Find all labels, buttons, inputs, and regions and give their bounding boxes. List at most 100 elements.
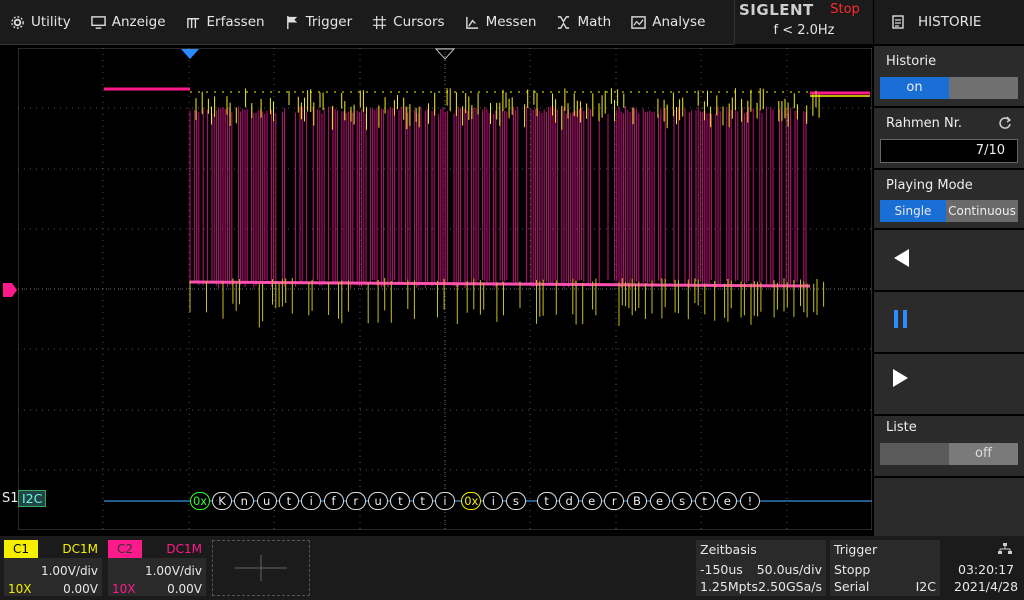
menu-analyse-label: Analyse	[652, 14, 706, 30]
refresh-icon[interactable]	[998, 116, 1012, 130]
acquire-icon	[186, 17, 199, 28]
frame-number-input[interactable]: 7/10	[880, 139, 1018, 163]
decode-data-frame: s	[672, 492, 693, 510]
menu-utility-label: Utility	[31, 14, 71, 30]
timebase-title: Zeitbasis	[700, 542, 757, 557]
decode-data-frame-text: u	[262, 494, 271, 508]
trigger-box[interactable]: Trigger Stopp Serial I2C	[830, 540, 940, 596]
decode-data-frame-text: f	[331, 494, 336, 508]
menu-erfassen[interactable]: Erfassen	[176, 0, 275, 44]
menu-math-label: Math	[577, 14, 612, 30]
pause-button[interactable]	[876, 292, 1022, 350]
decode-address-frame: 0x	[190, 492, 210, 510]
channel-1-probe: 10X	[8, 582, 32, 596]
play-back-button[interactable]	[876, 230, 1022, 288]
network-icon	[998, 543, 1012, 554]
decode-data-frame: e	[581, 492, 602, 510]
mode-single-step[interactable]: Single Step	[880, 200, 946, 240]
decode-data-frame: i	[301, 492, 322, 510]
timebase-box[interactable]: Zeitbasis -150us 50.0us/div 1.25Mpts 2.5…	[696, 540, 826, 596]
decode-data-frame: K	[212, 492, 232, 510]
decode-data-frame-text: t	[702, 494, 707, 508]
run-status-badge[interactable]: Stop	[819, 2, 871, 20]
center-marker	[435, 48, 455, 60]
c2-ground-marker[interactable]	[2, 282, 18, 298]
decode-data-frame-text: !	[747, 494, 753, 508]
historie-on-state: on	[880, 77, 949, 99]
menu-analyse[interactable]: Analyse	[621, 0, 715, 44]
decode-data-frame: t	[390, 492, 411, 510]
trigger-state: Stopp	[834, 562, 871, 577]
add-channel-slot[interactable]	[212, 540, 310, 596]
liste-toggle[interactable]: off	[880, 443, 1018, 465]
trigger-frequency: f < 2.0Hz	[773, 23, 835, 38]
decode-data-frame: !	[739, 492, 760, 510]
decode-data-frame-text: d	[565, 494, 573, 508]
decode-protocol-badge[interactable]: I2C	[18, 490, 47, 507]
channel-2-vdiv: 1.00V/div	[144, 564, 202, 578]
timebase-memory: 1.25Mpts	[700, 579, 758, 594]
decode-data-frame-text: n	[240, 494, 248, 508]
decode-data-frame: B	[626, 492, 647, 510]
channel-2-header: C2 DC1M	[108, 540, 206, 558]
math-icon	[558, 15, 570, 29]
mode-continuous[interactable]: Continuous	[946, 200, 1018, 222]
play-forward-button[interactable]	[876, 354, 1022, 412]
channel-1-header: C1 DC1M	[4, 540, 102, 558]
menu-messen[interactable]: Messen	[455, 0, 547, 44]
playing-mode-group: Playing Mode Single Step Continuous	[876, 170, 1022, 240]
channel-1-vdiv: 1.00V/div	[40, 564, 98, 578]
decode-address-frame: 0x	[461, 492, 482, 510]
waveform-canvas	[17, 47, 873, 531]
flag-icon	[286, 15, 297, 29]
liste-on-state	[880, 443, 949, 465]
menu-utility[interactable]: Utility	[0, 0, 81, 44]
channel-1-box[interactable]: C1 DC1M 1.00V/div 10X 0.00V	[4, 540, 102, 596]
timebase-tdiv: 50.0us/div	[756, 562, 822, 577]
menu-math[interactable]: Math	[546, 0, 621, 44]
menu-anzeige[interactable]: Anzeige	[81, 0, 176, 44]
decode-data-frame-text: s	[512, 494, 519, 508]
waveform-display[interactable]	[17, 47, 873, 531]
timebase-delay: -150us	[700, 562, 743, 577]
menu-cursors[interactable]: Cursors	[362, 0, 454, 44]
historie-group: Historie on	[876, 46, 1022, 104]
measure-icon	[465, 16, 478, 29]
siglent-logo: SIGLENT	[739, 1, 814, 19]
frame-number-value: 7/10	[975, 143, 1005, 158]
menu-messen-label: Messen	[485, 14, 537, 30]
decode-data-frame-text: r	[611, 494, 617, 508]
decode-data-frame-text: r	[353, 494, 359, 508]
historie-label: Historie	[886, 54, 937, 69]
historie-toggle[interactable]: on	[880, 77, 1018, 99]
frame-group: Rahmen Nr. 7/10	[876, 108, 1022, 166]
channel-2-offset: 0.00V	[167, 582, 202, 596]
channel-2-coupling: DC1M	[166, 542, 202, 556]
liste-group: Liste off	[876, 416, 1022, 474]
clock-box: 03:20:17 2021/4/28	[944, 540, 1022, 596]
status-bar: C1 DC1M 1.00V/div 10X 0.00V C2 DC1M 1.00…	[0, 536, 1024, 600]
play-forward-icon	[893, 369, 908, 387]
decode-data-frame: u	[256, 492, 277, 510]
decode-data-frame: u	[368, 492, 389, 510]
menu-trigger[interactable]: Trigger	[275, 0, 363, 44]
menu-bar: Utility Anzeige Erfassen Trigger Cursors…	[0, 0, 734, 45]
decode-address-frame-text: 0x	[464, 494, 479, 508]
timebase-samplerate: 2.50GSa/s	[758, 579, 822, 594]
decode-data-frame-text: e	[655, 494, 664, 508]
playing-mode-toggle[interactable]: Single Step Continuous	[880, 200, 1018, 240]
channel-1-coupling: DC1M	[62, 542, 98, 556]
monitor-icon	[90, 15, 106, 29]
playing-mode-label: Playing Mode	[886, 178, 973, 193]
decode-data-frame: f	[323, 492, 344, 510]
channel-2-box[interactable]: C2 DC1M 1.00V/div 10X 0.00V	[108, 540, 206, 596]
crosshair-icon	[373, 15, 387, 29]
decode-data-frame-text: B	[632, 494, 641, 508]
trigger-position-marker[interactable]	[180, 48, 200, 60]
decode-data-frame-text: i	[443, 494, 447, 508]
panel-title: HISTORIE	[918, 14, 982, 30]
decode-data-frame-text: i	[309, 494, 313, 508]
plus-icon	[235, 555, 287, 581]
decode-data-frame: n	[234, 492, 255, 510]
decode-frames: 0x Kn u t i f r u t t i 0x i s t d e r Be s t e!	[104, 488, 872, 514]
